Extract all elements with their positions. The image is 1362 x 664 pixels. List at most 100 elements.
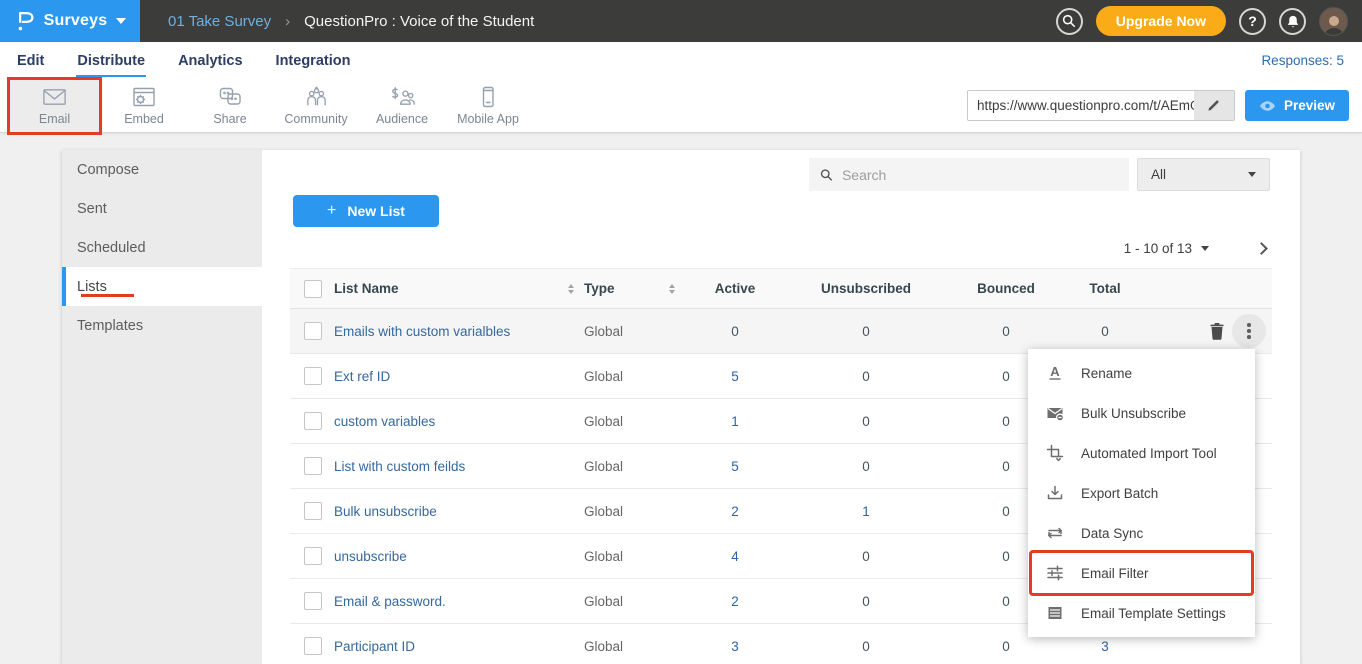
menu-item-data-sync[interactable]: Data Sync xyxy=(1028,513,1255,553)
sidebar-item-scheduled[interactable]: Scheduled xyxy=(62,228,262,267)
surveys-product-menu[interactable]: Surveys xyxy=(0,0,140,42)
preview-button[interactable]: Preview xyxy=(1245,90,1349,121)
list-name-link[interactable]: unsubscribe xyxy=(334,549,407,564)
sidebar-item-label: Templates xyxy=(77,318,143,334)
active-count: 5 xyxy=(689,459,781,474)
new-list-button[interactable]: + New List xyxy=(293,195,439,227)
export-batch-icon xyxy=(1046,484,1064,502)
menu-item-automated-import-tool[interactable]: Automated Import Tool xyxy=(1028,433,1255,473)
questionpro-app: Surveys 01 Take Survey › QuestionPro : V… xyxy=(0,0,1362,664)
tab-analytics[interactable]: Analytics xyxy=(177,44,243,77)
svg-text:A: A xyxy=(1050,364,1060,379)
search-button[interactable] xyxy=(1056,8,1083,35)
question-mark-icon: ? xyxy=(1248,13,1257,29)
row-more-menu-button[interactable] xyxy=(1232,314,1266,348)
select-all-checkbox[interactable] xyxy=(304,280,322,298)
channel-label: Embed xyxy=(124,112,164,126)
list-name-link[interactable]: Ext ref ID xyxy=(334,369,390,384)
audience-icon xyxy=(389,85,416,109)
channel-email[interactable]: Email xyxy=(8,79,101,132)
row-checkbox[interactable] xyxy=(304,637,322,655)
total-count: 3 xyxy=(1061,639,1149,654)
row-checkbox[interactable] xyxy=(304,547,322,565)
sidebar-item-label: Scheduled xyxy=(77,240,146,256)
menu-item-email-template-settings[interactable]: Email Template Settings xyxy=(1028,593,1255,633)
breadcrumb-survey-link[interactable]: 01 Take Survey xyxy=(168,13,271,30)
row-checkbox[interactable] xyxy=(304,502,322,520)
notifications-button[interactable] xyxy=(1279,8,1306,35)
channel-community[interactable]: Community xyxy=(273,79,359,132)
row-checkbox[interactable] xyxy=(304,412,322,430)
automated-import-icon xyxy=(1046,444,1064,462)
row-checkbox[interactable] xyxy=(304,457,322,475)
menu-item-rename[interactable]: A Rename xyxy=(1028,353,1255,393)
filter-dropdown[interactable]: All xyxy=(1137,158,1270,191)
active-count: 1 xyxy=(689,414,781,429)
menu-item-label: Email Template Settings xyxy=(1081,606,1226,621)
email-icon xyxy=(41,85,68,109)
list-actions-context-menu: A Rename Bulk Unsubscribe Automated Impo… xyxy=(1028,349,1255,637)
tab-edit[interactable]: Edit xyxy=(16,44,45,77)
pagination: 1 - 10 of 13 xyxy=(262,227,1300,264)
list-name-link[interactable]: Emails with custom varialbles xyxy=(334,324,510,339)
channel-embed[interactable]: Embed xyxy=(101,79,187,132)
list-name-link[interactable]: Bulk unsubscribe xyxy=(334,504,437,519)
sidebar-item-lists[interactable]: Lists xyxy=(62,267,262,306)
active-count: 2 xyxy=(689,504,781,519)
type-cell: Global xyxy=(584,459,623,474)
nav-tabs: Edit Distribute Analytics Integration xyxy=(0,44,351,77)
channel-audience[interactable]: Audience xyxy=(359,79,445,132)
menu-item-bulk-unsubscribe[interactable]: Bulk Unsubscribe xyxy=(1028,393,1255,433)
edit-url-button[interactable] xyxy=(1194,91,1234,120)
sort-list-name-icon[interactable] xyxy=(568,284,574,294)
survey-url-input[interactable] xyxy=(968,91,1194,120)
delete-list-button[interactable] xyxy=(1207,320,1227,342)
responses-count[interactable]: Responses: 5 xyxy=(1261,53,1362,68)
sidebar-item-label: Compose xyxy=(77,162,139,178)
search-box xyxy=(809,158,1129,191)
type-cell: Global xyxy=(584,369,623,384)
sidebar-item-compose[interactable]: Compose xyxy=(62,150,262,189)
search-icon xyxy=(820,168,833,182)
eye-icon xyxy=(1259,100,1276,112)
list-name-link[interactable]: custom variables xyxy=(334,414,435,429)
search-input[interactable] xyxy=(842,167,1118,183)
channel-mobile-app[interactable]: Mobile App xyxy=(445,79,531,132)
new-list-label: New List xyxy=(347,203,405,219)
tab-distribute[interactable]: Distribute xyxy=(76,44,146,77)
sort-type-icon[interactable] xyxy=(669,284,675,294)
bounced-count: 0 xyxy=(951,324,1061,339)
search-icon xyxy=(1062,14,1076,28)
sidebar-item-sent[interactable]: Sent xyxy=(62,189,262,228)
unsubscribed-count: 0 xyxy=(781,324,951,339)
menu-item-export-batch[interactable]: Export Batch xyxy=(1028,473,1255,513)
channel-share[interactable]: Share xyxy=(187,79,273,132)
unsubscribed-count: 0 xyxy=(781,414,951,429)
next-page-button[interactable] xyxy=(1255,242,1268,255)
tab-integration[interactable]: Integration xyxy=(275,44,352,77)
pagination-range-dropdown[interactable]: 1 - 10 of 13 xyxy=(1124,241,1209,256)
list-name-link[interactable]: List with custom feilds xyxy=(334,459,465,474)
top-bar: Surveys 01 Take Survey › QuestionPro : V… xyxy=(0,0,1362,42)
row-checkbox[interactable] xyxy=(304,367,322,385)
upgrade-now-button[interactable]: Upgrade Now xyxy=(1096,6,1226,36)
list-name-link[interactable]: Participant ID xyxy=(334,639,415,654)
menu-item-label: Email Filter xyxy=(1081,566,1149,581)
help-button[interactable]: ? xyxy=(1239,8,1266,35)
sidebar-item-label: Sent xyxy=(77,201,107,217)
share-icon xyxy=(217,85,243,109)
sidebar-item-templates[interactable]: Templates xyxy=(62,306,262,345)
row-checkbox[interactable] xyxy=(304,592,322,610)
bulk-unsubscribe-icon xyxy=(1046,404,1064,422)
column-header-bounced: Bounced xyxy=(951,281,1061,296)
row-checkbox[interactable] xyxy=(304,322,322,340)
menu-item-email-filter[interactable]: Email Filter xyxy=(1028,553,1255,593)
unsubscribed-count: 0 xyxy=(781,549,951,564)
unsubscribed-count: 0 xyxy=(781,639,951,654)
list-name-link[interactable]: Email & password. xyxy=(334,594,446,609)
user-avatar[interactable] xyxy=(1319,7,1348,36)
more-vertical-icon xyxy=(1247,323,1251,339)
bounced-count: 0 xyxy=(951,639,1061,654)
table-row: Emails with custom varialbles Global 0 0… xyxy=(290,309,1272,354)
plus-icon: + xyxy=(327,202,336,220)
